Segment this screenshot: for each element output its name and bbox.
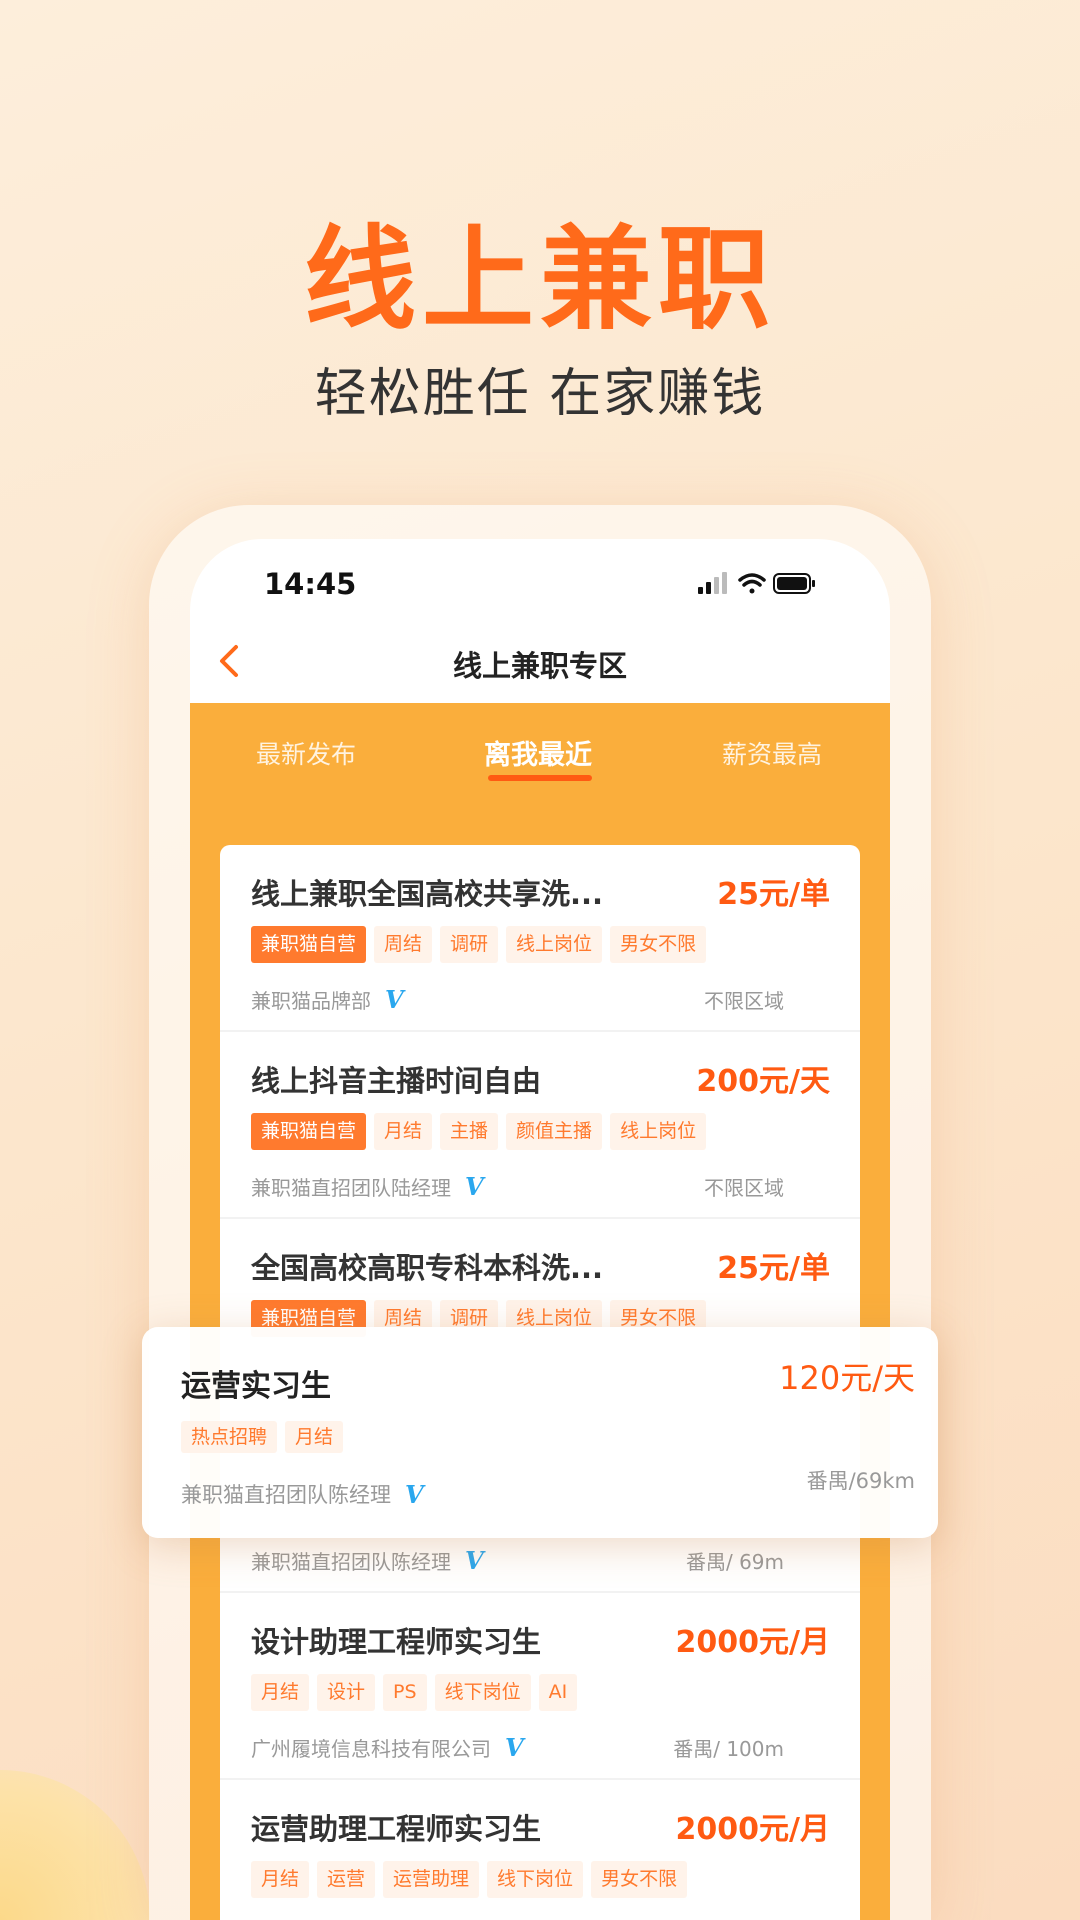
job-tag: 男女不限 — [591, 1861, 688, 1898]
job-price: 120元/天 — [779, 1359, 915, 1397]
job-list-item[interactable]: 运营助理工程师实习生 2000元/月月结 运营 运营助理 线下岗位 男女不限 — [220, 1780, 860, 1920]
verified-icon: V — [505, 1733, 524, 1762]
job-title: 运营助理工程师实习生 — [251, 1812, 542, 1846]
job-tag: 兼职猫自营 — [251, 1113, 367, 1150]
wifi-icon — [738, 573, 766, 594]
status-icons — [698, 572, 815, 594]
nav-title: 线上兼职专区 — [452, 649, 627, 683]
job-tag: 周结 — [374, 926, 433, 963]
job-tag: 月结 — [251, 1674, 310, 1711]
job-company: 兼职猫直招团队陈经理 V — [181, 1479, 424, 1509]
job-tag: 男女不限 — [610, 926, 707, 963]
job-tag: 颜值主播 — [506, 1113, 603, 1150]
job-tag: 主播 — [440, 1113, 499, 1150]
decorative-blob — [0, 1770, 150, 1920]
job-tag: 线下岗位 — [434, 1674, 531, 1711]
job-tag: 线下岗位 — [487, 1861, 584, 1898]
job-tag: AI — [538, 1674, 578, 1711]
job-location: 番禺/ 100m — [673, 1737, 784, 1761]
company-name: 兼职猫品牌部 — [251, 989, 371, 1013]
job-location: 番禺/69km — [806, 1469, 915, 1493]
job-title: 线上兼职全国高校共享洗... — [251, 877, 604, 911]
verified-icon: V — [465, 1546, 484, 1575]
job-price: 25元/单 — [717, 877, 830, 912]
verified-icon: V — [465, 1172, 484, 1201]
tab-highest-pay[interactable]: 薪资最高 — [722, 735, 822, 771]
job-title: 设计助理工程师实习生 — [251, 1625, 542, 1659]
active-tab-indicator — [488, 775, 592, 781]
tab-nearest[interactable]: 离我最近 — [484, 733, 592, 772]
job-tag: 运营助理 — [383, 1861, 480, 1898]
job-tag: 设计 — [317, 1674, 376, 1711]
job-list-item[interactable]: 线上抖音主播时间自由 200元/天兼职猫自营 月结 主播 颜值主播 线上岗位兼职猫直招团队… — [220, 1032, 860, 1219]
job-tags: 月结 设计 PS 线下岗位 AI — [251, 1674, 578, 1711]
job-list-item[interactable]: 线上兼职全国高校共享洗... 25元/单 兼职猫自营 周结 调研 线上岗位 男女不限 兼职猫品… — [220, 845, 860, 1032]
job-company: 兼职猫直招团队陈经理 V — [251, 1546, 484, 1575]
job-title: 全国高校高职专科本科洗... — [251, 1251, 604, 1285]
job-price: 2000元/月 — [675, 1625, 830, 1660]
job-price: 25元/单 — [717, 1251, 830, 1286]
company-name: 兼职猫直招团队陈经理 — [251, 1550, 451, 1574]
job-location: 不限区域 — [704, 1176, 784, 1200]
job-location: 番禺/ 69m — [685, 1550, 784, 1574]
job-company: 兼职猫直招团队陆经理 V — [251, 1172, 484, 1201]
hero-title: 线上兼职 — [304, 215, 776, 345]
job-company: 兼职猫品牌部 V — [251, 985, 404, 1014]
job-tag: 运营 — [317, 1861, 376, 1898]
job-location: 不限区域 — [704, 989, 784, 1013]
job-tags: 兼职猫自营 月结 主播 颜值主播 线上岗位 — [251, 1113, 707, 1150]
hero-subtitle: 轻松胜任 在家赚钱 — [314, 364, 766, 424]
phone-screen: 14:45 线上兼职专区 最新发布 离我最近 薪资最高 线上兼职全国高校共享洗.… — [190, 539, 890, 1920]
job-title: 运营实习生 — [181, 1369, 331, 1404]
battery-icon — [773, 573, 815, 594]
job-price: 2000元/月 — [675, 1812, 830, 1847]
company-name: 广州履境信息科技有限公司 — [251, 1737, 491, 1761]
job-list-item[interactable]: 设计助理工程师实习生 2000元/月月结 设计 PS 线下岗位 AI 广州履境信息科技有限公… — [220, 1593, 860, 1780]
job-tag: 线上岗位 — [610, 1113, 707, 1150]
job-tags: 热点招聘 月结 — [181, 1421, 344, 1453]
tab-latest[interactable]: 最新发布 — [256, 735, 356, 771]
job-company: 广州履境信息科技有限公司 V — [251, 1733, 524, 1762]
verified-icon: V — [385, 985, 404, 1014]
job-tag: 调研 — [440, 926, 499, 963]
job-tag: PS — [383, 1674, 427, 1711]
company-name: 兼职猫直招团队陈经理 — [181, 1483, 391, 1507]
verified-icon: V — [405, 1479, 424, 1509]
signal-icon — [698, 572, 727, 594]
job-tag: 月结 — [285, 1421, 344, 1453]
job-tag: 热点招聘 — [181, 1421, 278, 1453]
job-tags: 月结 运营 运营助理 线下岗位 男女不限 — [251, 1861, 688, 1898]
job-tags: 兼职猫自营 周结 调研 线上岗位 男女不限 — [251, 926, 707, 963]
featured-job-card[interactable]: 运营实习生 120元/天 热点招聘 月结 兼职猫直招团队陈经理 V 番禺/69km — [142, 1327, 938, 1538]
job-tag: 线上岗位 — [506, 926, 603, 963]
job-tag: 月结 — [374, 1113, 433, 1150]
job-price: 200元/天 — [696, 1064, 830, 1099]
job-tag: 兼职猫自营 — [251, 926, 367, 963]
status-time: 14:45 — [264, 567, 357, 601]
job-title: 线上抖音主播时间自由 — [251, 1064, 542, 1098]
company-name: 兼职猫直招团队陆经理 — [251, 1176, 451, 1200]
job-tag: 月结 — [251, 1861, 310, 1898]
